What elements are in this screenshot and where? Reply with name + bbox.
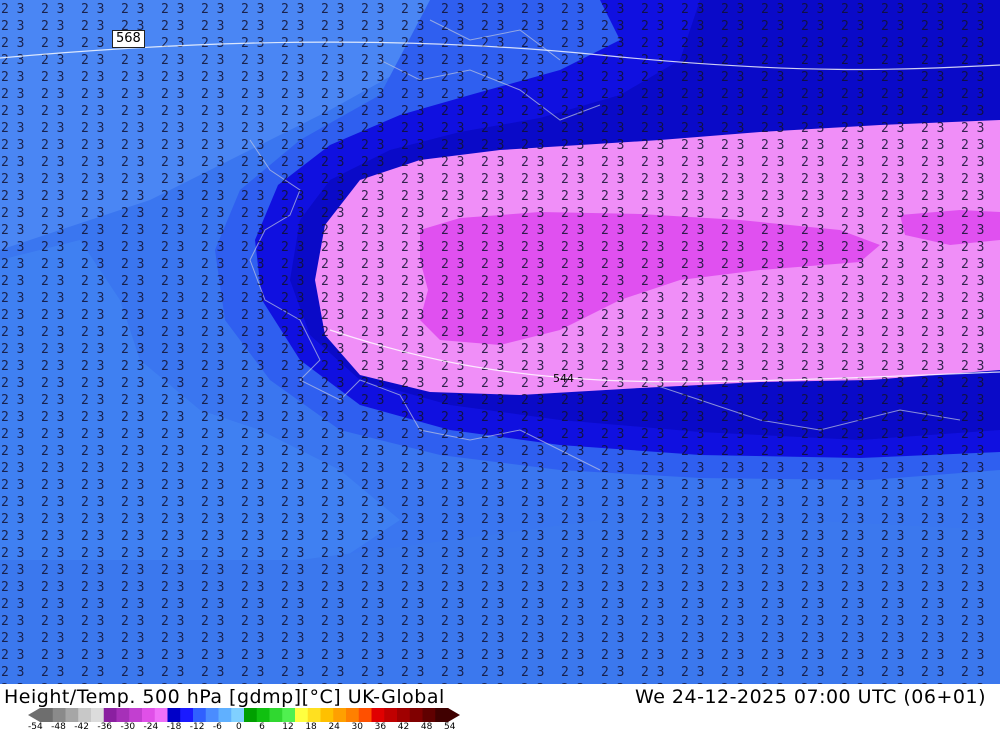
colorbar-arrow-right bbox=[448, 708, 460, 722]
colorbar-swatch bbox=[205, 708, 219, 722]
footer: Height/Temp. 500 hPa [gdmp][°C] UK-Globa… bbox=[0, 684, 1000, 733]
colorbar-swatch bbox=[78, 708, 92, 722]
colorbar-swatch bbox=[40, 708, 54, 722]
colorbar-swatch bbox=[397, 708, 411, 722]
contour-label: 568 bbox=[112, 30, 145, 48]
colorbar-tick-label: 6 bbox=[259, 722, 265, 732]
colorbar-swatch bbox=[193, 708, 207, 722]
colorbar-swatch bbox=[435, 708, 449, 722]
colorbar-swatch bbox=[65, 708, 79, 722]
colorbar-swatch bbox=[409, 708, 423, 722]
colorbar-swatch bbox=[91, 708, 105, 722]
color-scale-ticks: -54 -48 -42 -36 -30 -24 -18 -12 -6 0 6 12 18 24 30 36 42… bbox=[0, 722, 470, 733]
colorbar-arrow-left bbox=[28, 708, 40, 722]
colorbar-swatch bbox=[142, 708, 156, 722]
colorbar-swatch bbox=[384, 708, 398, 722]
colorbar-swatch bbox=[307, 708, 321, 722]
colorbar-swatch bbox=[52, 708, 66, 722]
colorbar-tick-label: 48 bbox=[420, 722, 433, 732]
colorbar-tick-label: 12 bbox=[282, 722, 294, 732]
colorbar-tick-label: -36 bbox=[97, 722, 113, 732]
colorbar-tick-label: -30 bbox=[120, 722, 136, 732]
weather-map: 2 3 bbox=[0, 0, 1000, 684]
colorbar-swatch bbox=[180, 708, 194, 722]
colorbar-swatch bbox=[346, 708, 360, 722]
colorbar-swatch bbox=[167, 708, 181, 722]
colorbar-tick-label: -12 bbox=[189, 722, 205, 732]
colorbar-tick-label: -48 bbox=[51, 722, 66, 732]
contour-label-secondary: 544 bbox=[553, 372, 574, 385]
colorbar-swatch bbox=[333, 708, 347, 722]
colorbar-tick-label: 54 bbox=[444, 722, 456, 732]
colorbar-swatch bbox=[282, 708, 296, 722]
colorbar-tick-label: 18 bbox=[305, 722, 317, 732]
colorbar-tick-label: -18 bbox=[166, 722, 182, 732]
colorbar-tick-label: 0 bbox=[236, 722, 242, 732]
colorbar-swatch bbox=[129, 708, 143, 722]
colorbar-tick-label: -42 bbox=[74, 722, 89, 732]
temperature-labels bbox=[0, 0, 1000, 684]
colorbar-swatch bbox=[218, 708, 232, 722]
colorbar-swatch bbox=[244, 708, 258, 722]
colorbar-swatch bbox=[256, 708, 270, 722]
colorbar-swatch bbox=[295, 708, 309, 722]
colorbar-swatch bbox=[358, 708, 372, 722]
colorbar-swatch bbox=[320, 708, 334, 722]
map-title: Height/Temp. 500 hPa [gdmp][°C] UK-Globa… bbox=[4, 686, 445, 708]
colorbar-tick-label: 36 bbox=[374, 722, 387, 732]
colorbar-tick-label: 30 bbox=[351, 722, 363, 732]
colorbar-tick-label: -54 bbox=[28, 722, 43, 732]
colorbar-swatch bbox=[422, 708, 436, 722]
colorbar-swatch bbox=[269, 708, 283, 722]
colorbar-swatch bbox=[103, 708, 117, 722]
colorbar-swatch bbox=[154, 708, 168, 722]
colorbar-tick-label: -6 bbox=[212, 722, 222, 732]
colorbar-tick-label: 24 bbox=[328, 722, 340, 732]
colorbar-tick-label: 42 bbox=[397, 722, 410, 732]
colorbar-swatch bbox=[371, 708, 385, 722]
colorbar-swatch bbox=[231, 708, 245, 722]
map-canvas: 2 3 bbox=[0, 0, 1000, 684]
map-datetime: We 24-12-2025 07:00 UTC (06+01) bbox=[635, 686, 986, 708]
color-scale-bar bbox=[28, 708, 460, 722]
colorbar-tick-label: -24 bbox=[143, 722, 159, 732]
colorbar-swatch bbox=[116, 708, 130, 722]
